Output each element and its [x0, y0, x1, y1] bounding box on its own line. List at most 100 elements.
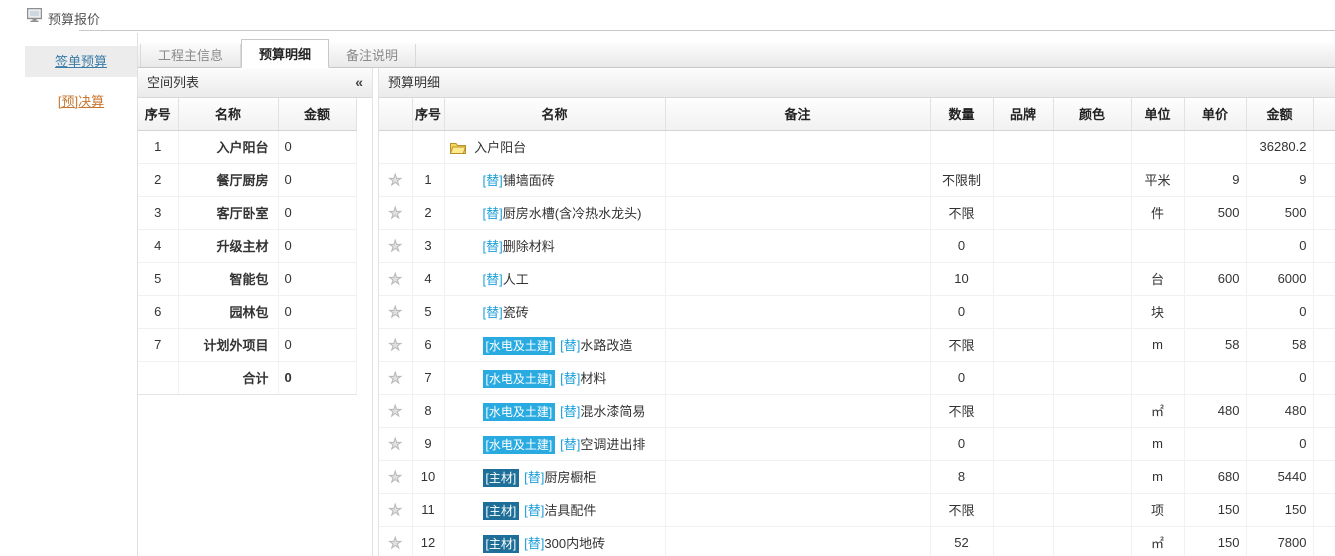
space-list-row[interactable]: 4 升级主材 0	[138, 229, 356, 262]
detail-row-no: 1	[412, 163, 444, 196]
tab-budget-detail[interactable]: 预算明细	[241, 39, 329, 68]
space-row-amount: 0	[278, 130, 356, 163]
detail-row-price: 58	[1184, 328, 1246, 361]
favorite-star-icon[interactable]: ★	[389, 535, 402, 552]
space-list-row[interactable]: 1 入户阳台 0	[138, 130, 356, 163]
detail-row-no: 8	[412, 394, 444, 427]
space-list-row[interactable]: 2 餐厅厨房 0	[138, 163, 356, 196]
collapse-panel-icon[interactable]: «	[355, 68, 363, 97]
detail-row-unit: 件	[1131, 196, 1184, 229]
space-row-amount: 0	[278, 328, 356, 361]
budget-detail-row[interactable]: ★ 8 [水电及土建][替]混水漆简易 不限 ㎡ 480 480	[379, 394, 1335, 427]
detail-row-name: [水电及土建][替]材料	[444, 361, 665, 394]
space-list-panel: 空间列表 « 序号 名称 金额 1 入户阳台 0	[138, 68, 373, 556]
space-row-amount: 0	[278, 295, 356, 328]
sidebar-item-label: 签单预算	[55, 54, 107, 69]
detail-row-name: [主材][替]洁具配件	[444, 493, 665, 526]
space-row-amount: 0	[278, 163, 356, 196]
space-row-no: 4	[138, 229, 178, 262]
detail-row-brand	[993, 295, 1053, 328]
detail-row-remark	[665, 196, 930, 229]
detail-row-no: 3	[412, 229, 444, 262]
detail-row-amount: 0	[1246, 361, 1313, 394]
group-name: 入户阳台	[474, 140, 526, 155]
detail-row-amount: 6000	[1246, 262, 1313, 295]
space-row-name: 计划外项目	[178, 328, 278, 361]
detail-row-qty: 8	[930, 460, 993, 493]
budget-detail-row[interactable]: ★ 2 [替]厨房水槽(含冷热水龙头) 不限 件 500 500	[379, 196, 1335, 229]
tab-remarks[interactable]: 备注说明	[329, 44, 416, 67]
detail-row-amount: 0	[1246, 229, 1313, 262]
space-row-no: 2	[138, 163, 178, 196]
type-tag: [替]	[524, 536, 544, 551]
col-header-remark: 备注	[665, 98, 930, 130]
detail-row-unit: m	[1131, 328, 1184, 361]
detail-row-color	[1053, 196, 1131, 229]
detail-row-name: [主材][替]300内地砖	[444, 526, 665, 556]
type-tag: [替]	[560, 404, 580, 419]
detail-row-color	[1053, 295, 1131, 328]
favorite-star-icon[interactable]: ★	[389, 205, 402, 222]
page-title: 预算报价	[48, 9, 100, 28]
tab-panel-area: 工程主信息 预算明细 备注说明 空间列表 « 序号	[137, 33, 1335, 556]
detail-row-qty: 0	[930, 229, 993, 262]
total-amount: 0	[278, 361, 356, 394]
detail-row-no: 7	[412, 361, 444, 394]
budget-detail-row[interactable]: ★ 11 [主材][替]洁具配件 不限 项 150 150	[379, 493, 1335, 526]
detail-row-color	[1053, 229, 1131, 262]
favorite-star-icon[interactable]: ★	[389, 337, 402, 354]
budget-detail-row[interactable]: ★ 9 [水电及土建][替]空调进出排 0 m 0	[379, 427, 1335, 460]
space-list-row[interactable]: 5 智能包 0	[138, 262, 356, 295]
detail-row-unit: 项	[1131, 493, 1184, 526]
budget-detail-row[interactable]: ★ 7 [水电及土建][替]材料 0 0	[379, 361, 1335, 394]
detail-row-name: [替]删除材料	[444, 229, 665, 262]
favorite-star-icon[interactable]: ★	[389, 304, 402, 321]
detail-row-qty: 不限	[930, 328, 993, 361]
space-group-row[interactable]: 入户阳台 36280.2	[379, 130, 1335, 163]
detail-row-price	[1184, 361, 1246, 394]
budget-quote-screen: 预算报价 签单预算 [预]决算 工程主信息 预算明细 备注说明	[0, 0, 1335, 556]
favorite-star-icon[interactable]: ★	[389, 238, 402, 255]
budget-detail-row[interactable]: ★ 10 [主材][替]厨房橱柜 8 m 680 5440	[379, 460, 1335, 493]
space-list-row[interactable]: 6 园林包 0	[138, 295, 356, 328]
item-name: 厨房水槽(含冷热水龙头)	[503, 206, 642, 221]
detail-row-no: 4	[412, 262, 444, 295]
favorite-star-icon[interactable]: ★	[389, 436, 402, 453]
detail-row-color	[1053, 163, 1131, 196]
budget-detail-row[interactable]: ★ 12 [主材][替]300内地砖 52 ㎡ 150 7800	[379, 526, 1335, 556]
sidebar-item-sign-budget[interactable]: 签单预算	[25, 46, 137, 77]
type-tag: [替]	[483, 239, 503, 254]
favorite-star-icon[interactable]: ★	[389, 502, 402, 519]
budget-detail-row[interactable]: ★ 3 [替]删除材料 0 0	[379, 229, 1335, 262]
detail-row-brand	[993, 163, 1053, 196]
detail-row-price	[1184, 295, 1246, 328]
budget-detail-panel-header: 预算明细	[379, 68, 1335, 98]
budget-detail-row[interactable]: ★ 6 [水电及土建][替]水路改造 不限 m 58 58	[379, 328, 1335, 361]
space-list-row[interactable]: 3 客厅卧室 0	[138, 196, 356, 229]
favorite-star-icon[interactable]: ★	[389, 172, 402, 189]
detail-row-remark	[665, 427, 930, 460]
detail-row-brand	[993, 229, 1053, 262]
total-label: 合计	[178, 361, 278, 394]
budget-detail-row[interactable]: ★ 5 [替]瓷砖 0 块 0	[379, 295, 1335, 328]
detail-row-qty: 0	[930, 427, 993, 460]
space-list-row[interactable]: 7 计划外项目 0	[138, 328, 356, 361]
detail-row-price: 150	[1184, 526, 1246, 556]
col-header-amount: 金额	[278, 98, 356, 130]
sidebar-item-final-account[interactable]: [预]决算	[25, 86, 137, 117]
detail-row-qty: 不限	[930, 196, 993, 229]
detail-row-color	[1053, 493, 1131, 526]
favorite-star-icon[interactable]: ★	[389, 403, 402, 420]
favorite-star-icon[interactable]: ★	[389, 271, 402, 288]
category-tag: [主材]	[483, 535, 520, 553]
budget-detail-row[interactable]: ★ 1 [替]铺墙面砖 不限制 平米 9 9	[379, 163, 1335, 196]
detail-row-brand	[993, 460, 1053, 493]
favorite-star-icon[interactable]: ★	[389, 370, 402, 387]
detail-row-unit: 块	[1131, 295, 1184, 328]
folder-icon	[450, 142, 470, 157]
monitor-icon	[27, 8, 42, 25]
space-list-title: 空间列表	[147, 75, 199, 90]
budget-detail-row[interactable]: ★ 4 [替]人工 10 台 600 6000	[379, 262, 1335, 295]
tab-project-info[interactable]: 工程主信息	[140, 44, 241, 67]
favorite-star-icon[interactable]: ★	[389, 469, 402, 486]
